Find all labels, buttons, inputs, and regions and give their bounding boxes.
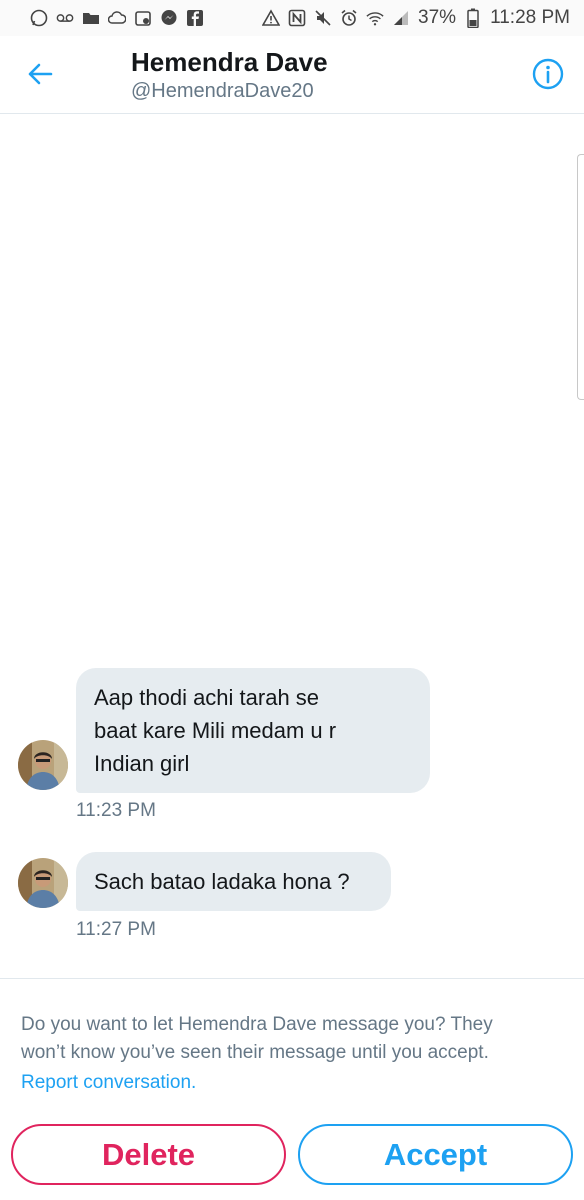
message-row: Sach batao ladaka hona ? 11:27 PM xyxy=(0,852,584,952)
signal-icon xyxy=(392,9,410,27)
battery-percent: 37% xyxy=(418,7,457,28)
message-row: Aap thodi achi tarah se baat kare Mili m… xyxy=(0,668,584,828)
alert-icon xyxy=(262,9,281,27)
mute-icon xyxy=(314,9,332,27)
whatsapp-icon xyxy=(30,9,48,27)
message-line: Aap thodi achi tarah se xyxy=(94,685,320,710)
scroll-indicator[interactable] xyxy=(577,154,584,400)
voicemail-icon xyxy=(56,9,74,27)
status-system: 37% 11:28 PM xyxy=(262,7,570,29)
avatar[interactable] xyxy=(18,740,68,790)
message-timestamp: 11:27 PM xyxy=(76,919,156,940)
status-bar: 37% 11:28 PM xyxy=(0,0,584,36)
info-button[interactable] xyxy=(530,56,566,92)
report-conversation-link[interactable]: Report conversation. xyxy=(21,1069,196,1097)
status-time: 11:28 PM xyxy=(490,7,570,28)
conversation-title: Hemendra Dave @HemendraDave20 xyxy=(131,46,328,104)
wifi-icon xyxy=(366,9,384,27)
status-notifications xyxy=(30,9,262,27)
facebook-icon xyxy=(186,9,204,27)
nfc-icon xyxy=(288,9,306,27)
folder-icon xyxy=(82,9,100,27)
request-prompt-line: Do you want to let Hemendra Dave message… xyxy=(21,1014,493,1035)
message-bubble[interactable]: Aap thodi achi tarah se baat kare Mili m… xyxy=(76,668,430,793)
message-bubble[interactable]: Sach batao ladaka hona ? xyxy=(76,852,391,911)
messenger-icon xyxy=(160,9,178,27)
avatar[interactable] xyxy=(18,858,68,908)
info-icon xyxy=(532,58,564,90)
message-request-panel: Do you want to let Hemendra Dave message… xyxy=(0,978,584,1200)
request-prompt-line: won’t know you’ve seen their message unt… xyxy=(21,1042,489,1063)
calendar-icon xyxy=(134,9,152,27)
cloud-icon xyxy=(108,9,126,27)
back-button[interactable] xyxy=(22,56,58,92)
delete-button[interactable]: Delete xyxy=(11,1124,286,1185)
message-line: Indian girl xyxy=(94,751,190,776)
contact-name: Hemendra Dave xyxy=(131,47,328,77)
request-prompt: Do you want to let Hemendra Dave message… xyxy=(21,1011,566,1067)
message-timestamp: 11:23 PM xyxy=(76,800,156,821)
alarm-icon xyxy=(340,9,358,27)
contact-handle: @HemendraDave20 xyxy=(131,80,314,102)
message-line: baat kare Mili medam u r xyxy=(94,718,337,743)
battery-icon xyxy=(464,8,482,28)
accept-button[interactable]: Accept xyxy=(298,1124,573,1185)
message-line: Sach batao ladaka hona ? xyxy=(94,869,350,894)
conversation-header: Hemendra Dave @HemendraDave20 xyxy=(0,36,584,114)
arrow-left-icon xyxy=(28,63,53,85)
